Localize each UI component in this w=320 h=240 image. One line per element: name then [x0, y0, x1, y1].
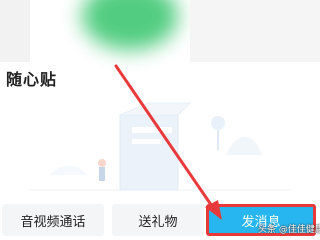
top-blurred-area	[0, 0, 320, 62]
send-gift-button[interactable]: 送礼物	[112, 204, 204, 236]
blurred-panel-right	[190, 0, 320, 62]
watermark: 头条 @佳佳健康	[258, 225, 320, 235]
empty-state-illustration	[30, 102, 290, 191]
blurred-avatar	[82, 0, 178, 50]
section-title: 随心贴	[6, 70, 58, 89]
blurred-panel	[0, 0, 30, 62]
audio-video-call-button[interactable]: 音视频通话	[2, 204, 104, 236]
